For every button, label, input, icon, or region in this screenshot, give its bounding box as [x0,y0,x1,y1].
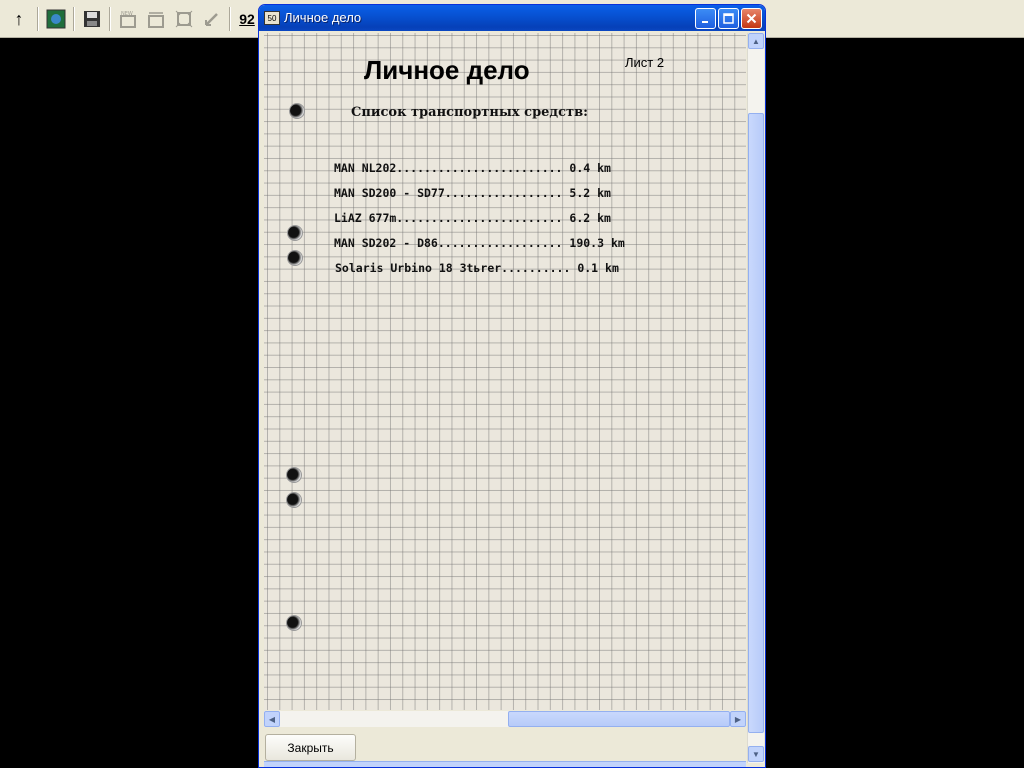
binder-hole [287,250,303,266]
floppy-graphic [84,11,100,27]
window-titlebar[interactable]: 50 Личное дело [259,5,765,31]
close-button[interactable]: Закрыть [265,734,356,761]
close-window-button[interactable] [741,8,762,29]
scroll-left-button[interactable]: ◀ [264,711,280,727]
vehicle-row: Solaris Urbino 18 3tьrer.......... 0.1 k… [335,261,619,275]
binder-hole [286,467,302,483]
vehicle-row: MAN SD200 - SD77................. 5.2 km [334,186,611,200]
resize-horizontal-icon[interactable] [143,6,169,32]
vehicle-list-title: Список транспортных средств: [351,105,588,120]
maximize-icon [723,13,734,24]
new-document-icon[interactable]: NEW [115,6,141,32]
vehicle-row: MAN SD202 - D86.................. 190.3 … [334,236,625,250]
new-graphic: NEW [120,11,136,28]
scroll-up-button[interactable]: ▲ [748,33,764,49]
up-arrow-icon[interactable]: ↑ [6,6,32,32]
vertical-scroll-thumb[interactable] [748,113,764,733]
horizontal-scroll-thumb[interactable] [508,711,730,727]
binder-hole [286,492,302,508]
document-heading: Личное дело [364,55,530,85]
pointer-graphic [205,13,218,26]
minimize-icon [701,20,708,23]
toolbar-separator [109,7,111,31]
map-icon[interactable] [43,6,69,32]
window-app-icon[interactable]: 50 [264,11,280,25]
outer-horizontal-scrollbar[interactable] [264,761,746,767]
map-icon-graphic [46,9,66,29]
toolbar-separator [229,7,231,31]
window-title: Личное дело [284,10,362,25]
close-icon [746,13,757,24]
svg-text:NEW: NEW [121,11,133,17]
scroll-right-button[interactable]: ▶ [730,711,746,727]
route-number-badge[interactable]: 92 [234,6,260,32]
personal-file-window: 50 Личное дело Личное дело Лист 2 Список… [258,4,766,768]
fit-graphic [175,10,193,28]
vehicle-row: LiAZ 677m........................ 6.2 km [334,211,611,225]
vehicle-row: MAN NL202........................ 0.4 km [334,161,611,175]
vertical-scrollbar[interactable]: ▲ ▼ [747,33,764,763]
sheet-number: Лист 2 [625,55,665,70]
binder-hole [286,615,302,631]
pointer-icon[interactable] [199,6,225,32]
toolbar-separator [37,7,39,31]
fit-window-icon[interactable] [171,6,197,32]
minimize-button[interactable] [695,8,716,29]
toolbar-separator [73,7,75,31]
maximize-button[interactable] [718,8,739,29]
scroll-down-button[interactable]: ▼ [748,746,764,762]
document-page: Личное дело Лист 2 Список транспортных с… [264,33,746,710]
resize-h-graphic [148,12,164,28]
horizontal-scrollbar[interactable]: ◀ ▶ [264,711,746,727]
binder-hole [289,103,305,119]
binder-hole [287,225,303,241]
save-icon[interactable] [79,6,105,32]
